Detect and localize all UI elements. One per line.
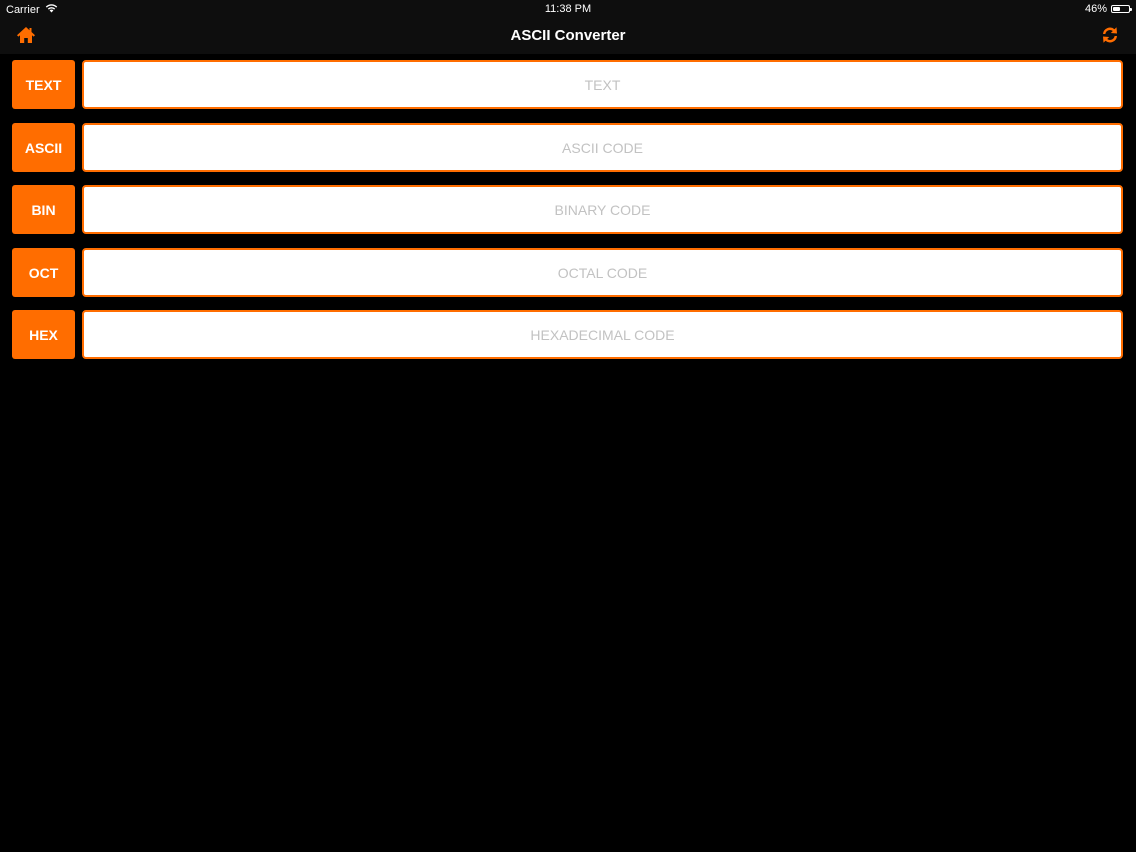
text-button[interactable]: TEXT xyxy=(12,60,75,109)
row-hex: HEX xyxy=(0,310,1136,359)
page-title: ASCII Converter xyxy=(510,27,626,44)
binary-input[interactable] xyxy=(82,185,1123,234)
row-oct: OCT xyxy=(0,248,1136,297)
row-text: TEXT xyxy=(0,60,1136,109)
ascii-button[interactable]: ASCII xyxy=(12,123,75,172)
oct-button[interactable]: OCT xyxy=(12,248,75,297)
convert-icon[interactable] xyxy=(1100,25,1120,45)
battery-percent: 46% xyxy=(1084,3,1107,15)
hex-button[interactable]: HEX xyxy=(12,310,75,359)
hexadecimal-input[interactable] xyxy=(82,310,1123,359)
status-right: 46% xyxy=(1084,3,1132,15)
bin-button[interactable]: BIN xyxy=(12,185,75,234)
battery-tip xyxy=(1130,8,1132,11)
battery-icon xyxy=(1111,5,1132,13)
status-bar: Carrier 11:38 PM 46% xyxy=(0,0,1136,18)
battery-fill xyxy=(1113,7,1120,11)
octal-input[interactable] xyxy=(82,248,1123,297)
ascii-input[interactable] xyxy=(82,123,1123,172)
status-time: 11:38 PM xyxy=(544,3,592,15)
navigation-bar: ASCII Converter xyxy=(0,18,1136,54)
text-input[interactable] xyxy=(82,60,1123,109)
row-ascii: ASCII xyxy=(0,123,1136,172)
row-bin: BIN xyxy=(0,185,1136,234)
